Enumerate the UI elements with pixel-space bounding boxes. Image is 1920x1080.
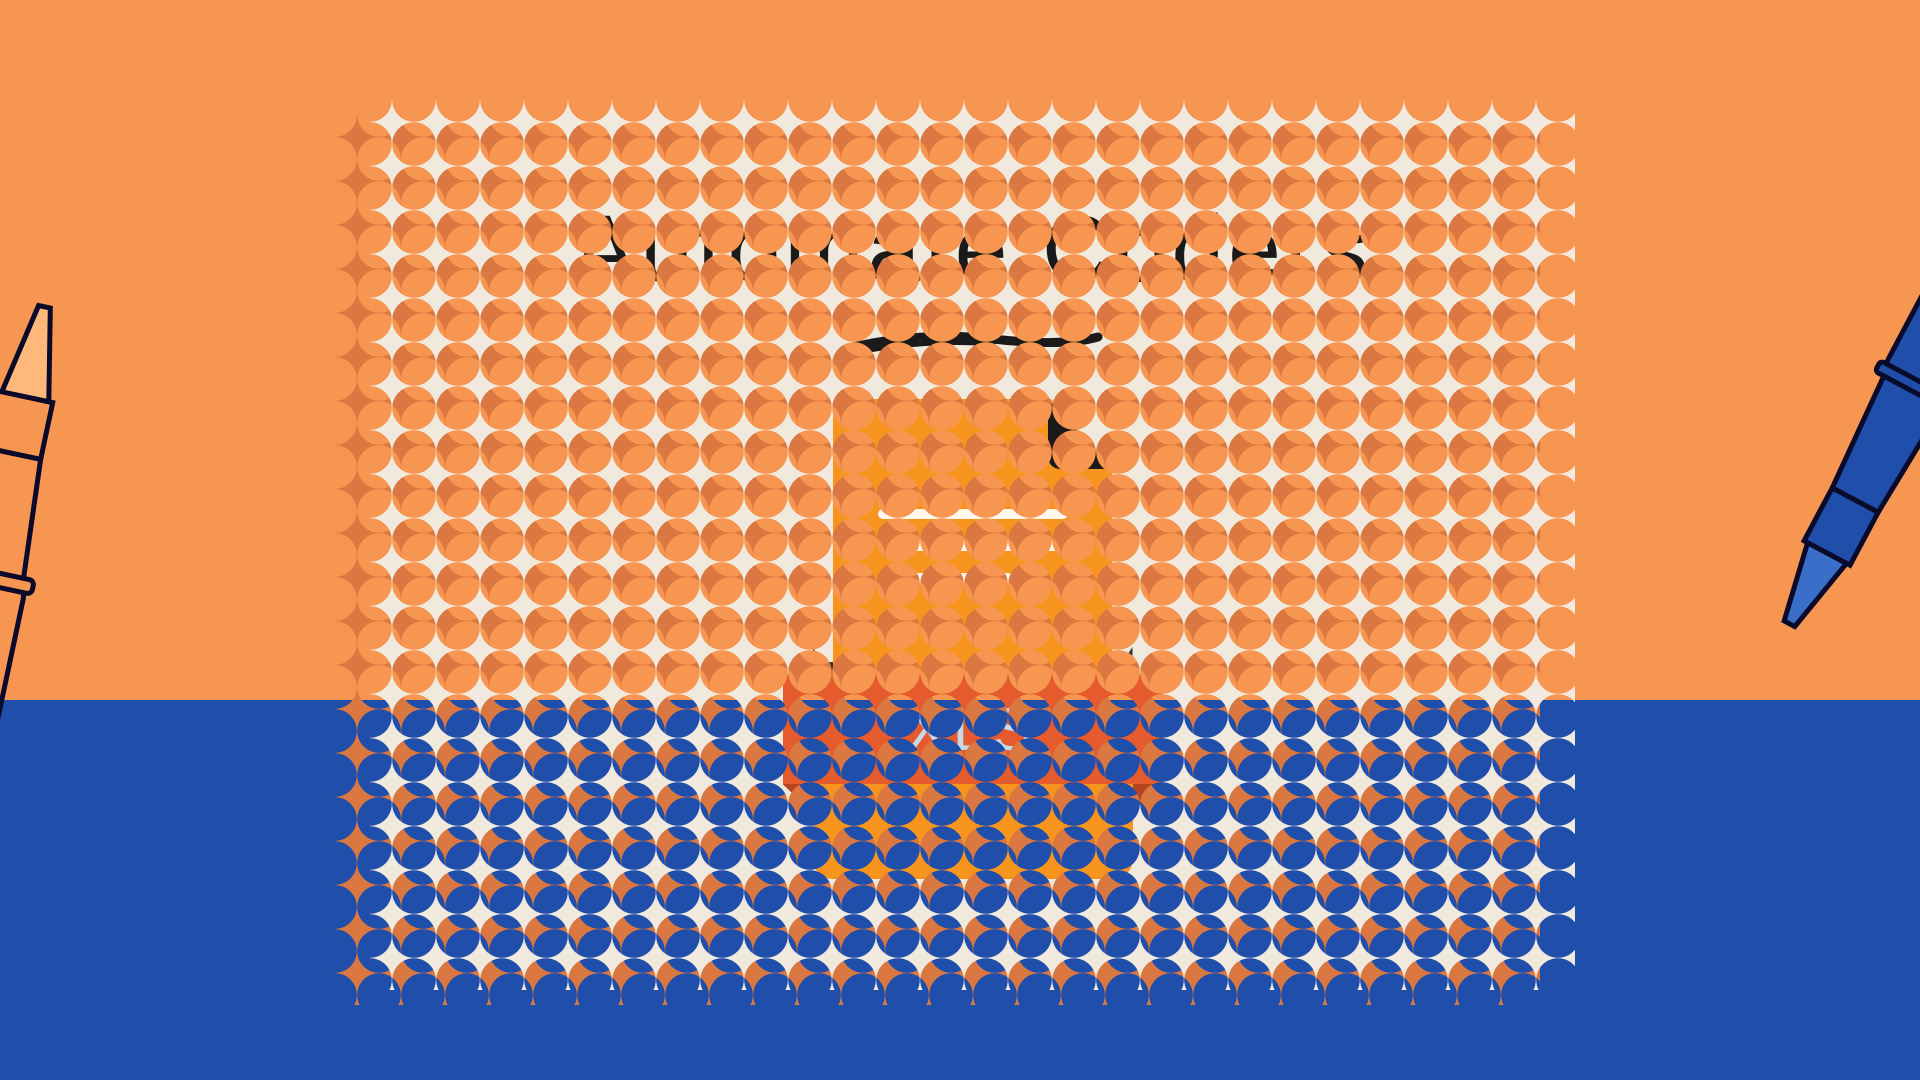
band-fold-corners bbox=[783, 784, 1163, 812]
xls-file-icon: XLS bbox=[783, 399, 1163, 879]
file-type-band: XLS bbox=[783, 674, 1163, 784]
stamp-card: Automate Coders XLS bbox=[370, 100, 1575, 990]
file-type-label: XLS bbox=[907, 695, 1038, 764]
underline-swoosh-icon bbox=[843, 329, 1103, 359]
page-title: Automate Coders bbox=[573, 195, 1372, 304]
document-folded-corner bbox=[1048, 399, 1113, 469]
document-lines bbox=[878, 509, 1068, 605]
